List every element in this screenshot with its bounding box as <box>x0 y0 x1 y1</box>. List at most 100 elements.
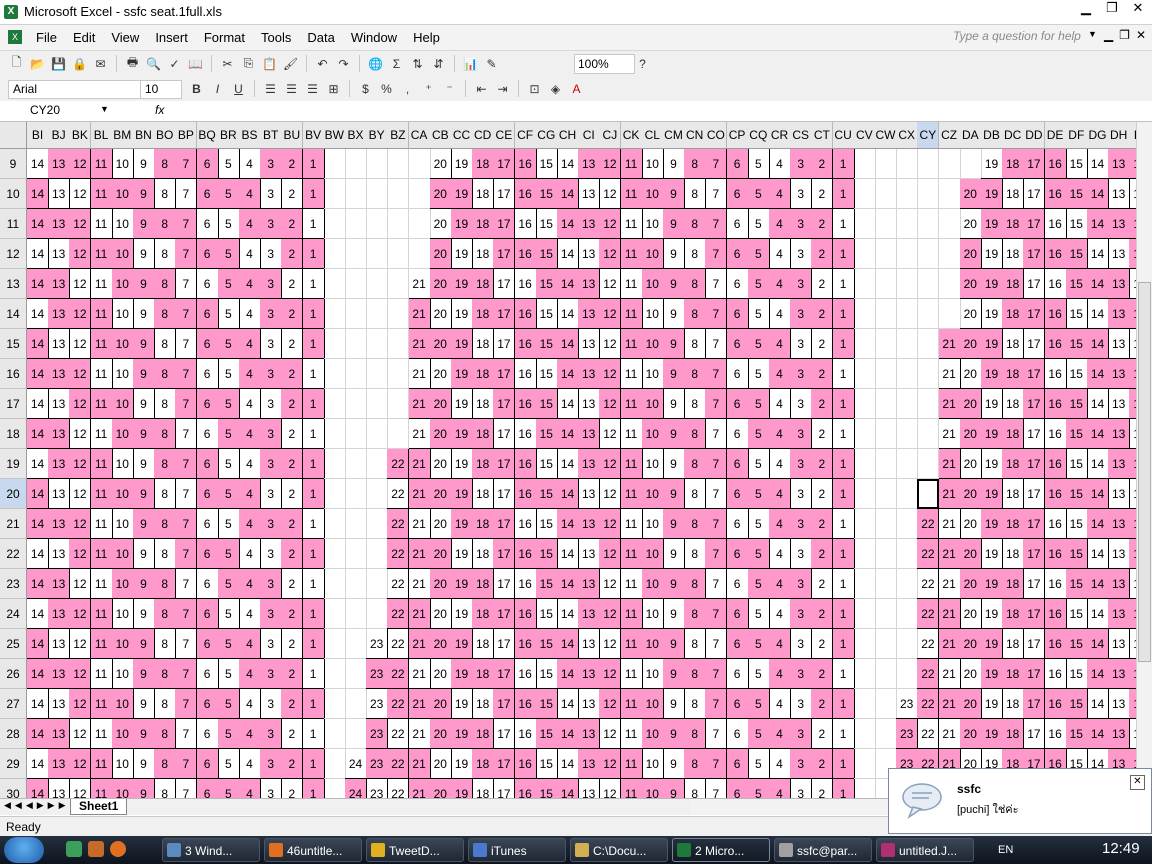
grid-cell[interactable]: 12 <box>69 479 92 509</box>
grid-cell[interactable] <box>853 539 876 569</box>
grid-cell[interactable]: 7 <box>175 449 198 479</box>
grid-cell[interactable]: 8 <box>684 209 707 239</box>
grid-cell[interactable]: 17 <box>1023 569 1046 599</box>
grid-cell[interactable]: 17 <box>493 239 516 269</box>
grid-cell[interactable]: 19 <box>981 389 1003 419</box>
grid-cell[interactable] <box>896 269 919 299</box>
grid-cell[interactable] <box>345 539 367 569</box>
grid-cell[interactable]: 13 <box>48 569 71 599</box>
grid-cell[interactable]: 7 <box>175 329 198 359</box>
grid-cell[interactable] <box>345 389 367 419</box>
grid-cell[interactable]: 14 <box>1087 629 1109 659</box>
new-icon[interactable]: 🗋 <box>8 55 25 72</box>
help-icon[interactable]: ? <box>634 55 651 72</box>
grid-cell[interactable]: 16 <box>1044 479 1067 509</box>
grid-cell[interactable] <box>853 149 876 179</box>
grid-cell[interactable]: 8 <box>154 629 177 659</box>
grid-cell[interactable]: 15 <box>535 269 558 299</box>
grid-cell[interactable]: 16 <box>514 629 537 659</box>
grid-cell[interactable]: 10 <box>111 359 134 389</box>
grid-cell[interactable]: 4 <box>769 569 791 599</box>
grid-cell[interactable]: 13 <box>1108 479 1131 509</box>
grid-cell[interactable]: 14 <box>557 629 579 659</box>
grid-cell[interactable]: 5 <box>217 209 240 239</box>
grid-cell[interactable]: 21 <box>408 779 431 798</box>
grid-cell[interactable]: 22 <box>387 539 410 569</box>
grid-cell[interactable]: 4 <box>239 149 261 179</box>
percent-button[interactable]: % <box>378 80 395 97</box>
column-header[interactable]: CP <box>726 122 749 149</box>
grid-cell[interactable]: 13 <box>48 719 71 749</box>
grid-cell[interactable]: 12 <box>1129 509 1136 539</box>
grid-cell[interactable]: 1 <box>832 749 855 779</box>
grid-cell[interactable]: 19 <box>981 299 1003 329</box>
grid-cell[interactable]: 10 <box>641 479 664 509</box>
grid-cell[interactable]: 4 <box>239 419 261 449</box>
grid-cell[interactable]: 12 <box>1129 479 1136 509</box>
grid-cell[interactable]: 2 <box>811 779 834 798</box>
grid-cell[interactable]: 6 <box>196 149 219 179</box>
grid-cell[interactable] <box>366 479 389 509</box>
grid-cell[interactable]: 3 <box>260 509 283 539</box>
grid-cell[interactable]: 16 <box>1044 599 1067 629</box>
grid-cell[interactable] <box>896 389 919 419</box>
grid-cell[interactable]: 6 <box>726 269 749 299</box>
grid-cell[interactable] <box>345 269 367 299</box>
grid-cell[interactable]: 11 <box>90 389 113 419</box>
row-header[interactable]: 28 <box>0 719 27 749</box>
grid-cell[interactable]: 19 <box>451 239 473 269</box>
grid-cell[interactable] <box>323 359 346 389</box>
grid-cell[interactable] <box>853 359 876 389</box>
grid-cell[interactable]: 19 <box>451 149 473 179</box>
grid-cell[interactable]: 5 <box>217 389 240 419</box>
grid-cell[interactable]: 2 <box>281 629 304 659</box>
grid-cell[interactable]: 18 <box>472 539 495 569</box>
grid-cell[interactable]: 9 <box>663 749 685 779</box>
grid-cell[interactable]: 5 <box>217 149 240 179</box>
grid-cell[interactable] <box>366 539 389 569</box>
grid-cell[interactable]: 3 <box>260 389 283 419</box>
row-header[interactable]: 29 <box>0 749 27 779</box>
grid-cell[interactable]: 12 <box>1129 629 1136 659</box>
grid-cell[interactable] <box>345 299 367 329</box>
grid-cell[interactable]: 9 <box>133 599 155 629</box>
grid-cell[interactable]: 16 <box>1044 269 1067 299</box>
grid-cell[interactable]: 12 <box>599 689 622 719</box>
grid-cell[interactable]: 18 <box>1002 329 1025 359</box>
grid-cell[interactable] <box>854 779 876 798</box>
grid-cell[interactable]: 6 <box>196 329 219 359</box>
grid-cell[interactable]: 18 <box>472 659 495 689</box>
grid-cell[interactable]: 14 <box>557 299 579 329</box>
grid-cell[interactable] <box>323 269 346 299</box>
grid-cell[interactable]: 15 <box>535 659 558 689</box>
grid-cell[interactable] <box>938 179 961 209</box>
grid-cell[interactable]: 1 <box>302 269 325 299</box>
grid-cell[interactable]: 1 <box>302 449 325 479</box>
grid-cell[interactable]: 1 <box>302 479 325 509</box>
grid-cell[interactable]: 7 <box>705 539 728 569</box>
row-header[interactable]: 25 <box>0 629 27 659</box>
grid-cell[interactable] <box>323 419 346 449</box>
grid-cell[interactable]: 12 <box>69 659 92 689</box>
grid-cell[interactable]: 4 <box>239 239 261 269</box>
grid-cell[interactable]: 10 <box>111 479 134 509</box>
grid-cell[interactable]: 10 <box>111 179 134 209</box>
grid-cell[interactable]: 5 <box>747 569 770 599</box>
grid-cell[interactable]: 1 <box>302 209 325 239</box>
grid-cell[interactable]: 22 <box>387 509 410 539</box>
grid-cell[interactable]: 14 <box>1087 539 1109 569</box>
grid-cell[interactable]: 21 <box>408 329 431 359</box>
menu-insert[interactable]: Insert <box>147 29 196 46</box>
grid-cell[interactable]: 8 <box>684 389 707 419</box>
grid-cell[interactable]: 12 <box>69 179 92 209</box>
grid-cell[interactable]: 13 <box>48 419 71 449</box>
grid-cell[interactable]: 15 <box>1065 629 1088 659</box>
grid-cell[interactable]: 20 <box>429 659 452 689</box>
grid-cell[interactable] <box>917 179 940 209</box>
excel-app-icon[interactable]: X <box>4 5 18 19</box>
grid-cell[interactable]: 4 <box>769 239 791 269</box>
grid-cell[interactable]: 18 <box>1002 209 1025 239</box>
menu-format[interactable]: Format <box>196 29 253 46</box>
grid-cell[interactable]: 21 <box>938 449 961 479</box>
grid-cell[interactable]: 17 <box>493 509 516 539</box>
